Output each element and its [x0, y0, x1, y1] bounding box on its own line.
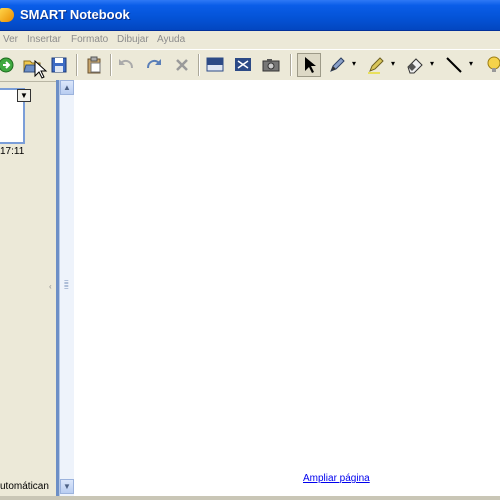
save-icon[interactable] — [47, 53, 71, 77]
vertical-scrollbar[interactable]: ▲ = = = ▼ — [59, 80, 74, 496]
undo-icon[interactable] — [114, 53, 138, 77]
collapse-arrow-icon[interactable]: ‹ — [49, 282, 52, 291]
app-icon — [0, 8, 14, 22]
window-title: SMART Notebook — [20, 7, 130, 22]
auto-hide-label: utomátican — [0, 481, 49, 492]
menu-ayuda[interactable]: Ayuda — [157, 34, 185, 45]
redo-icon[interactable] — [142, 53, 166, 77]
eraser-icon[interactable] — [403, 53, 427, 77]
screen-capture-icon[interactable] — [259, 53, 283, 77]
next-page-icon[interactable] — [0, 53, 18, 77]
toolbar: ▾ ▾ ▾ ▾ — [0, 49, 500, 82]
select-arrow-icon[interactable] — [297, 53, 321, 77]
magic-pen-icon[interactable] — [481, 53, 500, 77]
toolbar-separator — [290, 54, 292, 76]
whiteboard-canvas[interactable]: Ampliar página — [74, 80, 500, 496]
window-bottom-border — [0, 496, 500, 500]
line-dropdown-icon[interactable]: ▾ — [469, 60, 476, 68]
scroll-down-icon[interactable]: ▼ — [60, 479, 74, 494]
menu-insertar[interactable]: Insertar — [27, 34, 61, 45]
mouse-cursor-icon — [34, 60, 48, 79]
menu-ver[interactable]: Ver — [3, 34, 18, 45]
menu-bar: Ver Insertar Formato Dibujar Ayuda — [0, 31, 500, 49]
menu-dibujar[interactable]: Dibujar — [117, 34, 149, 45]
paste-icon[interactable] — [82, 53, 106, 77]
toolbar-separator — [110, 54, 112, 76]
full-screen-icon[interactable] — [231, 53, 255, 77]
screen-shade-icon[interactable] — [203, 53, 227, 77]
thumbnail-time: 17:11 — [0, 146, 25, 157]
pen-dropdown-icon[interactable]: ▾ — [352, 60, 359, 68]
title-bar: SMART Notebook — [0, 0, 500, 31]
delete-icon[interactable] — [170, 53, 194, 77]
menu-formato[interactable]: Formato — [71, 34, 108, 45]
zoom-page-link[interactable]: Ampliar página — [303, 473, 370, 484]
line-icon[interactable] — [442, 53, 466, 77]
thumbnail-dropdown-icon[interactable]: ▼ — [17, 89, 31, 102]
page-sorter-panel: ▼ 17:11 ‹ utomátican — [0, 82, 56, 496]
scroll-grip[interactable]: = = = — [64, 278, 70, 292]
highlighter-icon[interactable] — [364, 53, 388, 77]
scroll-up-icon[interactable]: ▲ — [60, 80, 74, 95]
highlighter-dropdown-icon[interactable]: ▾ — [391, 60, 398, 68]
pen-icon[interactable] — [325, 53, 349, 77]
eraser-dropdown-icon[interactable]: ▾ — [430, 60, 437, 68]
toolbar-separator — [198, 54, 200, 76]
toolbar-separator — [76, 54, 78, 76]
